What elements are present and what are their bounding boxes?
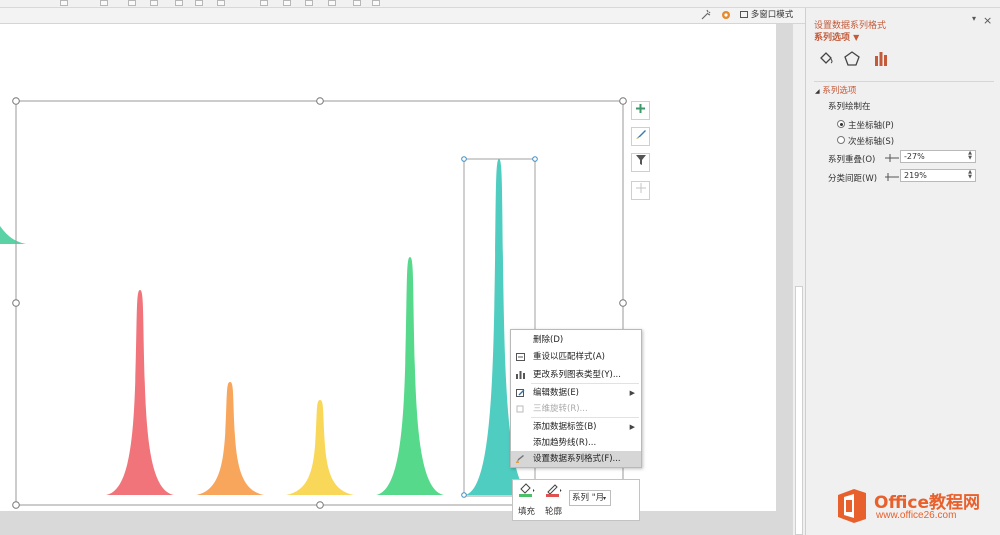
crosshair-icon xyxy=(635,183,646,193)
spinner-icon[interactable]: ▲ ▼ xyxy=(966,151,974,162)
section-series-options[interactable]: ◢ 系列选项 xyxy=(815,84,856,96)
series-handle[interactable] xyxy=(532,156,538,162)
bar-chart-icon xyxy=(516,371,525,379)
resize-handle[interactable] xyxy=(12,97,20,105)
gap-width-label: 分类间距(W) xyxy=(828,174,878,184)
filter-icon xyxy=(635,155,646,165)
resize-handle[interactable] xyxy=(316,97,324,105)
resize-handle[interactable] xyxy=(12,501,20,509)
chart-styles-button[interactable] xyxy=(631,127,650,146)
edit-data-icon xyxy=(516,389,525,397)
menu-item-change-chart-type[interactable]: 更改系列图表类型(Y)... xyxy=(511,367,641,383)
menu-item-label: 编辑数据(E) xyxy=(533,388,580,398)
resize-handle[interactable] xyxy=(316,501,324,509)
menu-item-label: 删除(D) xyxy=(533,335,564,345)
brush-icon xyxy=(635,130,646,139)
area-peak-3[interactable] xyxy=(286,400,354,495)
spinner-icon[interactable]: ▲ ▼ xyxy=(966,170,974,181)
secondary-axis-label: 次坐标轴(S) xyxy=(848,137,895,147)
rotate-3d-icon xyxy=(516,405,524,413)
gap-width-input[interactable]: 219% ▲ ▼ xyxy=(900,169,976,182)
slider-icon[interactable] xyxy=(885,173,899,181)
chart-elements-button[interactable] xyxy=(631,101,650,120)
pen-icon xyxy=(546,484,562,497)
chevron-down-icon: ▼ xyxy=(853,33,860,42)
context-menu: 删除(D) 重设以匹配样式(A) 更改系列图表类型(Y)... 编辑数据(E) … xyxy=(510,329,642,468)
section-label: 系列选项 xyxy=(822,86,857,96)
paint-bucket-icon xyxy=(820,52,833,64)
bar-chart-icon xyxy=(875,52,887,66)
menu-separator xyxy=(531,417,639,418)
submenu-arrow-icon: ▶ xyxy=(629,389,635,397)
menu-item-label: 设置数据系列格式(F)... xyxy=(533,454,621,464)
chart-filter-button[interactable] xyxy=(631,153,650,172)
overlap-value: -27% xyxy=(904,152,925,161)
series-select-value: 系列 "月 xyxy=(572,493,605,503)
area-peak-1[interactable] xyxy=(106,290,174,495)
overlap-label: 系列重叠(O) xyxy=(828,155,876,165)
menu-separator xyxy=(531,383,639,384)
reset-style-icon xyxy=(516,353,525,361)
paint-bucket-icon xyxy=(519,483,535,497)
menu-item-label: 添加数据标签(B) xyxy=(533,422,597,432)
chart[interactable] xyxy=(0,0,792,535)
submenu-arrow-icon: ▶ xyxy=(629,423,635,431)
series-handle[interactable] xyxy=(461,492,467,498)
gap-width-value: 219% xyxy=(904,171,927,180)
outline-label: 轮廓 xyxy=(545,507,563,517)
menu-item-reset-style[interactable]: 重设以匹配样式(A) xyxy=(511,349,641,365)
vertical-scrollbar[interactable] xyxy=(792,24,805,535)
tab-fill-line[interactable] xyxy=(817,50,837,70)
secondary-axis-radio[interactable] xyxy=(837,136,845,144)
format-pane: 设置数据系列格式 系列选项 ▼ ▾ × ◢ 系列选项 系列绘制在 主坐标轴(P)… xyxy=(805,8,1000,535)
menu-item-3d-rotation: 三维旋转(R)... xyxy=(511,401,641,417)
menu-item-label: 添加趋势线(R)... xyxy=(533,438,597,448)
plus-icon xyxy=(636,104,645,113)
tab-series-options[interactable] xyxy=(872,50,892,70)
watermark-logo: Office教程网 www.office26.com xyxy=(836,485,996,529)
scrollbar-thumb[interactable] xyxy=(795,286,803,535)
area-peak-4[interactable] xyxy=(376,257,444,495)
close-icon[interactable]: × xyxy=(983,14,992,27)
area-peak-2[interactable] xyxy=(196,382,264,495)
partial-shape-left[interactable] xyxy=(0,226,26,244)
menu-item-label: 三维旋转(R)... xyxy=(533,404,588,414)
menu-item-delete[interactable]: 删除(D) xyxy=(511,332,641,348)
pane-subtitle-dropdown[interactable]: 系列选项 ▼ xyxy=(814,30,859,43)
pentagon-icon xyxy=(844,51,860,66)
resize-handle[interactable] xyxy=(619,299,627,307)
watermark-line2: www.office26.com xyxy=(876,510,957,521)
pane-options-icon[interactable]: ▾ xyxy=(972,14,976,23)
mini-toolbar: 填充 轮廓 系列 "月 ▾ xyxy=(512,479,640,521)
primary-axis-radio[interactable] xyxy=(837,120,845,128)
chart-add-button[interactable] xyxy=(631,181,650,200)
outline-button[interactable]: 轮廓 xyxy=(545,483,569,519)
menu-item-format-series[interactable]: 设置数据系列格式(F)... xyxy=(511,451,641,467)
fill-label: 填充 xyxy=(518,507,536,517)
collapse-triangle-icon: ◢ xyxy=(815,88,820,95)
office-logo-icon xyxy=(838,489,866,523)
series-handle[interactable] xyxy=(461,156,467,162)
menu-item-add-data-labels[interactable]: 添加数据标签(B) ▶ xyxy=(511,419,641,435)
menu-item-edit-data[interactable]: 编辑数据(E) ▶ xyxy=(511,385,641,401)
fill-button[interactable]: 填充 xyxy=(518,483,542,519)
resize-handle[interactable] xyxy=(619,97,627,105)
resize-handle[interactable] xyxy=(12,299,20,307)
pane-tabs xyxy=(814,50,994,82)
slider-icon[interactable] xyxy=(885,154,899,162)
menu-item-label: 更改系列图表类型(Y)... xyxy=(533,370,621,380)
tab-effects[interactable] xyxy=(843,50,863,70)
chevron-down-icon: ▾ xyxy=(603,495,607,502)
primary-axis-label: 主坐标轴(P) xyxy=(848,121,894,131)
pane-subtitle: 系列选项 xyxy=(814,33,851,43)
menu-item-add-trendline[interactable]: 添加趋势线(R)... xyxy=(511,435,641,451)
format-series-icon xyxy=(516,455,524,463)
menu-item-label: 重设以匹配样式(A) xyxy=(533,352,605,362)
overlap-input[interactable]: -27% ▲ ▼ xyxy=(900,150,976,163)
plot-on-label: 系列绘制在 xyxy=(828,102,871,112)
